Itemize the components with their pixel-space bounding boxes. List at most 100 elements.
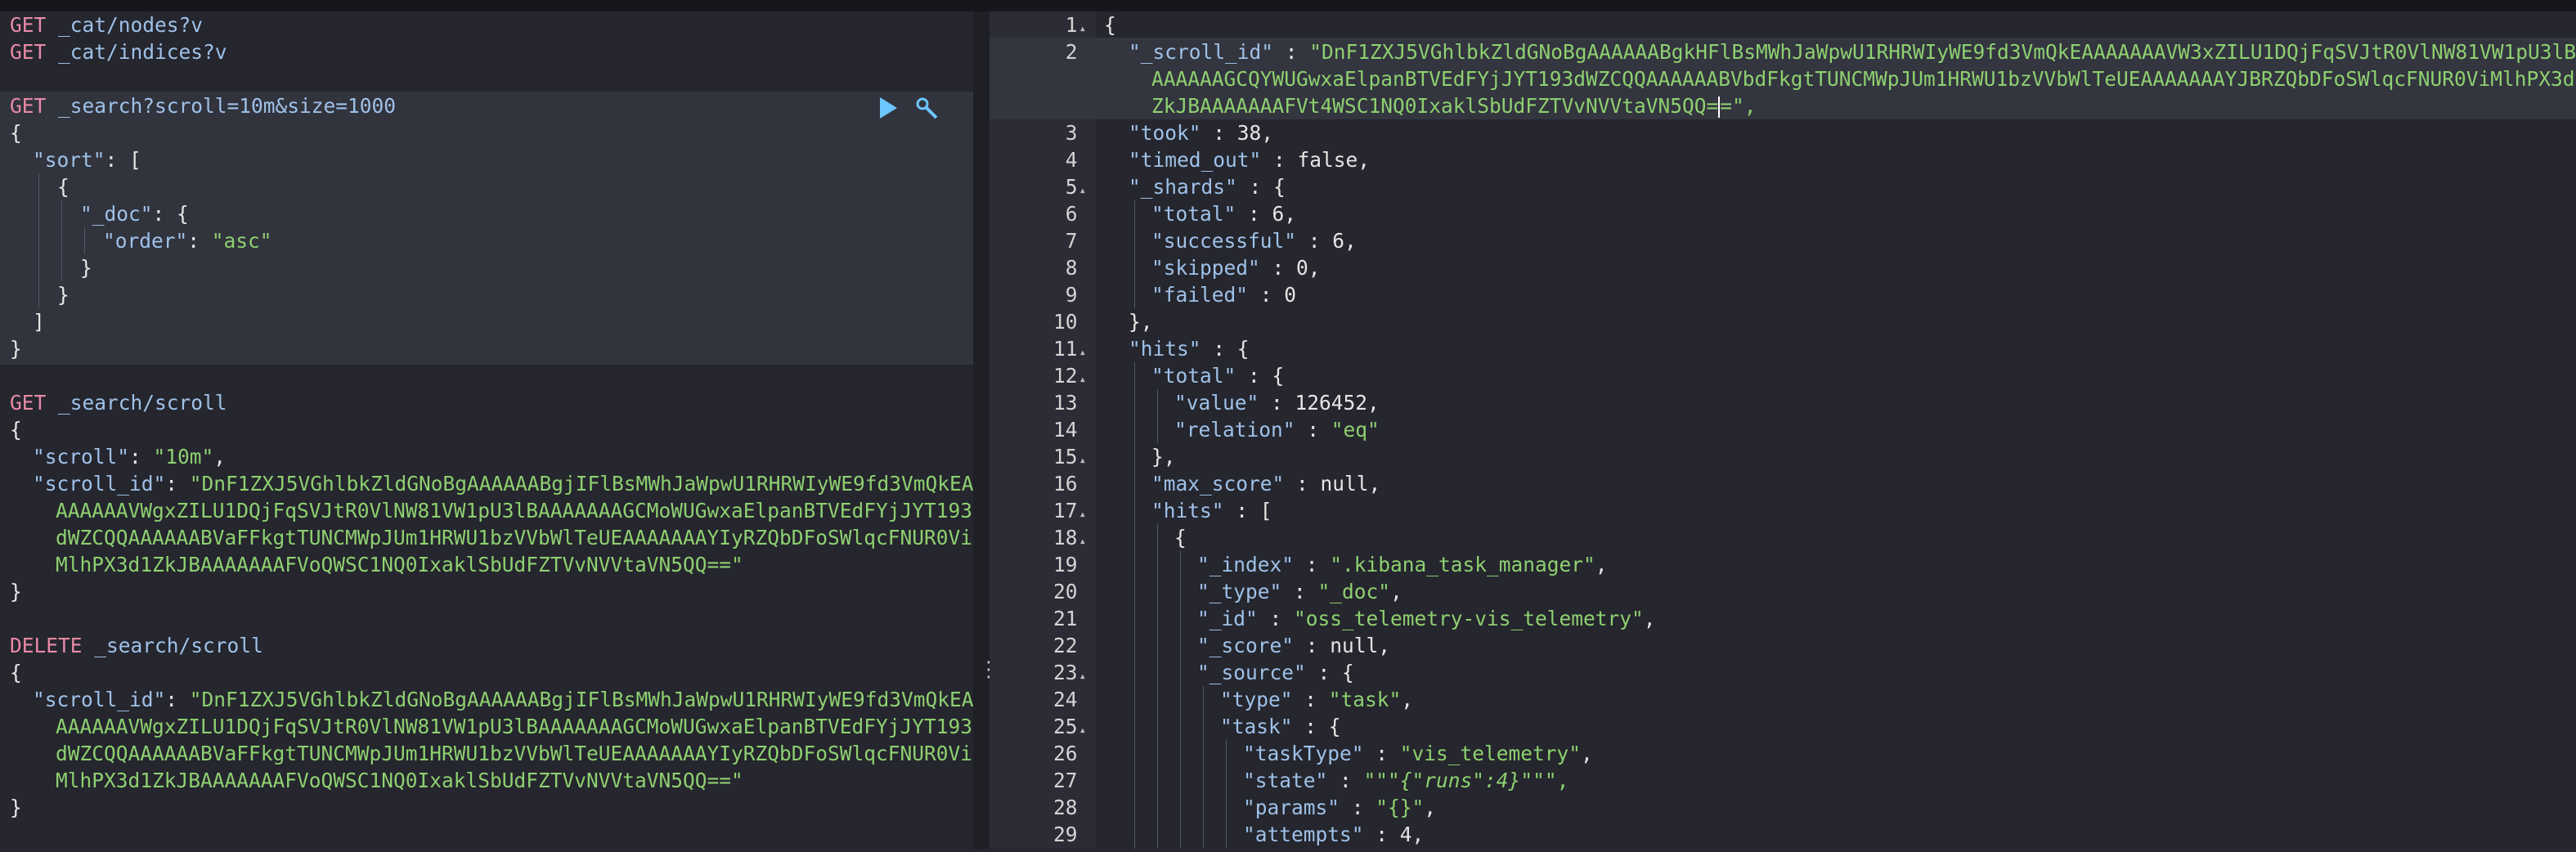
json-line: "task" : {: [1220, 715, 1341, 738]
indent-guide: [1180, 551, 1181, 849]
fold-arrow-icon[interactable]: ▴: [1079, 346, 1086, 359]
request-method: DELETE: [10, 634, 83, 657]
fold-arrow-icon[interactable]: ▴: [1079, 535, 1086, 548]
json-line: "scroll": "10m",: [33, 445, 227, 469]
fold-arrow-icon[interactable]: ▴: [1079, 22, 1086, 35]
json-key: "sort": [33, 148, 105, 172]
json-line: "failed" : 0: [1151, 283, 1297, 307]
json-line: "total" : 6,: [1151, 202, 1297, 226]
brace: ]: [33, 310, 45, 334]
json-value: "asc": [211, 229, 272, 253]
json-line: "taskType" : "vis_telemetry",: [1243, 742, 1593, 765]
request-url: _cat/nodes?v: [58, 13, 204, 37]
top-bar: [0, 0, 2576, 11]
fold-arrow-icon[interactable]: ▴: [1079, 508, 1086, 521]
indent-guide: [1226, 740, 1227, 849]
line-number: 8▴: [1065, 256, 1078, 280]
brace: {: [10, 661, 22, 684]
line-number: 1 ▴: [1065, 13, 1086, 37]
line-number: 5 ▴: [1065, 175, 1086, 199]
json-line: "_type" : "_doc",: [1197, 580, 1402, 603]
line-number: 25 ▴: [1053, 715, 1086, 738]
json-value-wrap: AAAAAAVWgxZILU1DQjFqSVJtR0VlNW81VW1pU3lB…: [56, 715, 973, 738]
request-line[interactable]: GET _search?scroll=10m&size=1000: [10, 92, 396, 119]
json-value-wrap: MlhPX3d1ZkJBAAAAAAAFVoQWSC1NQ0IxaklSbUdF…: [56, 553, 743, 576]
brace: }: [80, 256, 92, 280]
request-line[interactable]: DELETE _search/scroll: [10, 632, 263, 659]
json-value-wrap: AAAAAAVWgxZILU1DQjFqSVJtR0VlNW81VW1pU3lB…: [56, 499, 973, 522]
json-key: "_scroll_id": [1129, 40, 1274, 64]
brace: {: [10, 121, 22, 145]
request-editor[interactable]: GET _cat/nodes?v GET _cat/indices?v GET …: [0, 11, 974, 849]
brace: },: [1151, 445, 1176, 469]
wrench-icon[interactable]: [914, 96, 939, 120]
request-method: GET: [10, 40, 47, 64]
json-line: "_doc": {: [80, 202, 189, 226]
json-line: "type" : "task",: [1220, 688, 1414, 711]
brace: {: [10, 418, 22, 442]
json-line: "params" : "{}",: [1243, 796, 1437, 819]
fold-arrow-icon[interactable]: ▴: [1079, 184, 1086, 197]
request-line[interactable]: GET _cat/nodes?v: [10, 11, 203, 38]
request-method: GET: [10, 94, 47, 118]
line-number: 4▴: [1065, 148, 1078, 172]
brace: {: [1104, 13, 1116, 37]
line-number: 19▴: [1053, 553, 1078, 576]
line-number: 24▴: [1053, 688, 1078, 711]
request-line[interactable]: GET _cat/indices?v: [10, 38, 227, 65]
line-number: 15 ▴: [1053, 445, 1086, 469]
json-line: "_index" : ".kibana_task_manager",: [1197, 553, 1608, 576]
json-key: "scroll_id": [33, 688, 166, 711]
json-key: "order": [103, 229, 188, 253]
indent-guide: [1203, 686, 1204, 849]
request-method: GET: [10, 13, 47, 37]
json-value-wrap: dWZCQQAAAAAABVaFFkgtTUNCMWpJUm1HRWU1bzVV…: [56, 742, 973, 765]
request-url: _search/scroll: [94, 634, 263, 657]
json-line: "scroll_id": "DnF1ZXJ5VGhlbkZldGNoBgAAAA…: [33, 472, 974, 496]
request-line[interactable]: GET _search/scroll: [10, 389, 227, 416]
fold-arrow-icon[interactable]: ▴: [1079, 373, 1086, 386]
request-url: _search/scroll: [58, 391, 227, 415]
fold-arrow-icon[interactable]: ▴: [1079, 454, 1086, 467]
json-line: "_id" : "oss_telemetry-vis_telemetry",: [1197, 607, 1656, 630]
json-line: "order": "asc": [103, 229, 272, 253]
line-number: 3▴: [1065, 121, 1078, 145]
line-number: 14▴: [1053, 418, 1078, 442]
line-number: 16▴: [1053, 472, 1078, 496]
indent-guide: [1157, 524, 1158, 849]
json-value: "DnF1ZXJ5VGhlbkZldGNoBgAAAAAABgjIFlBsMWh…: [189, 472, 974, 496]
line-number: 22▴: [1053, 634, 1078, 657]
indent-guide: [61, 200, 62, 281]
json-value: "DnF1ZXJ5VGhlbkZldGNoBgAAAAAABgkHFlBsMWh…: [1309, 40, 2576, 64]
line-number: 7▴: [1065, 229, 1078, 253]
indent-guide: [84, 227, 85, 254]
json-line: "hits" : [: [1151, 499, 1272, 522]
json-value: "10m": [153, 445, 214, 469]
fold-arrow-icon[interactable]: ▴: [1079, 724, 1086, 737]
json-line: "took" : 38,: [1129, 121, 1274, 145]
panel-resizer[interactable]: [973, 11, 990, 849]
json-line: "scroll_id": "DnF1ZXJ5VGhlbkZldGNoBgAAAA…: [33, 688, 974, 711]
play-icon[interactable]: [880, 97, 897, 119]
brace: {: [1174, 526, 1187, 549]
line-number: 2▴: [1065, 40, 1078, 64]
response-viewer[interactable]: 1▴ 2▴ 3▴ 4▴ 5▴ 6▴ 7▴ 8▴ 9▴ 10▴ 11▴ 12▴ 13▴ 14▴ 15▴ 16▴ 1…: [990, 11, 2576, 849]
brace: },: [1129, 310, 1153, 334]
json-line: "state" : """{"runs":4}""",: [1243, 769, 1569, 792]
json-value-wrap: ZkJBAAAAAAAFVt4WSC1NQ0IxaklSbUdFZTVvNVVt…: [1151, 94, 1757, 118]
indent-guide: [1134, 362, 1135, 849]
json-value: "DnF1ZXJ5VGhlbkZldGNoBgAAAAAABgjIFlBsMWh…: [189, 688, 974, 711]
line-number: 11 ▴: [1053, 337, 1086, 361]
json-line: "hits" : {: [1129, 337, 1250, 361]
indent-guide: [38, 173, 39, 308]
line-number: 27▴: [1053, 769, 1078, 792]
json-line: "attempts" : 4,: [1243, 823, 1425, 846]
line-number: 18 ▴: [1053, 526, 1086, 549]
line-number: 6▴: [1065, 202, 1078, 226]
json-line: "_score" : null,: [1197, 634, 1391, 657]
indent-guide: [1134, 200, 1135, 308]
brace: }: [10, 337, 22, 361]
fold-arrow-icon[interactable]: ▴: [1079, 670, 1086, 683]
json-line: "timed_out" : false,: [1129, 148, 1371, 172]
line-number: 21▴: [1053, 607, 1078, 630]
